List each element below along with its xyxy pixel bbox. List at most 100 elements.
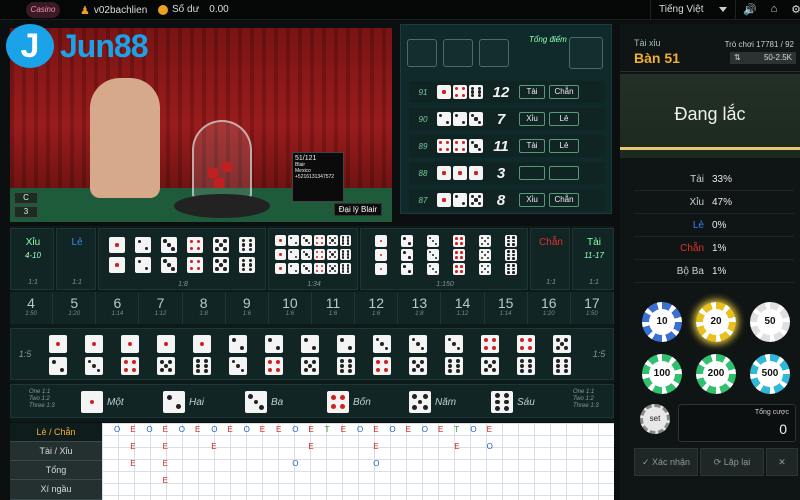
pair-bet-5-6[interactable] (553, 335, 571, 375)
rebet-button[interactable]: ⟳ Lặp lại (700, 448, 764, 476)
pair-bet-1-4[interactable] (121, 335, 139, 375)
single-bet-6[interactable]: Sáu (491, 391, 535, 413)
road-mark: E (454, 442, 460, 451)
home-icon[interactable]: ⌂ (766, 3, 782, 17)
bet-tai[interactable]: Tài 11-17 1:1 (572, 228, 614, 290)
bet-xiu[interactable]: Xỉu 4-10 1:1 (10, 228, 54, 290)
single-bet-1[interactable]: Một (81, 391, 124, 413)
settings-icon[interactable]: ⚙ (788, 3, 800, 17)
sum-bet-4[interactable]: 4 1:50 (10, 292, 54, 324)
triple-6[interactable] (505, 235, 517, 277)
double-2[interactable] (135, 237, 151, 273)
road-mark: E (405, 425, 411, 434)
bet-any-triple[interactable]: 1:34 (268, 228, 358, 290)
pair-bet-3-5[interactable] (409, 335, 427, 375)
pair-bet-2-3[interactable] (229, 335, 247, 375)
pair-bet-3-6[interactable] (445, 335, 463, 375)
sum-bet-17[interactable]: 17 1:50 (570, 292, 614, 324)
bet-double[interactable]: 1:8 (98, 228, 266, 290)
die-6 (553, 357, 571, 375)
die-5 (409, 357, 427, 375)
chip-500[interactable]: 500 (750, 354, 790, 394)
die-1 (437, 85, 451, 99)
chip-200[interactable]: 200 (696, 354, 736, 394)
sum-bet-16[interactable]: 16 1:20 (527, 292, 571, 324)
sum-value: 12 (368, 295, 384, 311)
pair-bet-1-6[interactable] (193, 335, 211, 375)
double-6[interactable] (239, 237, 255, 273)
chip-100[interactable]: 100 (642, 354, 682, 394)
sound-icon[interactable]: 🔊 (742, 3, 758, 17)
bet-chan[interactable]: Chẵn 1:1 (530, 228, 570, 290)
bet-le[interactable]: Lẻ 1:1 (56, 228, 96, 290)
sum-bet-15[interactable]: 15 1:14 (484, 292, 528, 324)
road-map: Lẻ / Chẵn Tài / Xỉu Tổng Xí ngầu OEOEOEO… (10, 423, 614, 500)
result-tag-size: Tài (519, 85, 545, 99)
die-5 (213, 257, 229, 273)
triple-1[interactable] (375, 235, 387, 277)
sum-bet-12[interactable]: 12 1:6 (355, 292, 399, 324)
chip-10[interactable]: 10 (642, 302, 682, 342)
double-4[interactable] (187, 237, 203, 273)
triple-5[interactable] (479, 235, 491, 277)
dice-slot (443, 39, 473, 67)
logo-initial: J (6, 24, 54, 68)
single-bet-5[interactable]: Năm (409, 391, 456, 413)
triple-4[interactable] (453, 235, 465, 277)
sum-bet-8[interactable]: 8 1:8 (182, 292, 226, 324)
stat-row: Xỉu 47% (634, 191, 794, 214)
pair-bet-1-3[interactable] (85, 335, 103, 375)
single-bet-4[interactable]: Bốn (327, 391, 371, 413)
sum-bet-6[interactable]: 6 1:14 (96, 292, 140, 324)
video-controls: C 3 (14, 192, 38, 218)
chip-20[interactable]: 20 (696, 302, 736, 342)
die-5 (327, 263, 338, 274)
sum-bet-11[interactable]: 11 1:6 (311, 292, 356, 324)
refresh-icon[interactable]: C (14, 192, 38, 204)
double-3[interactable] (161, 237, 177, 273)
pair-bet-2-6[interactable] (337, 335, 355, 375)
language-select[interactable]: Tiếng Việt (650, 0, 736, 20)
sum-bet-10[interactable]: 10 1:6 (268, 292, 312, 324)
sum-bet-7[interactable]: 7 1:12 (139, 292, 183, 324)
chan-label: Chẵn (539, 237, 563, 248)
pair-bet-1-2[interactable] (49, 335, 67, 375)
sum-bet-9[interactable]: 9 1:6 (225, 292, 269, 324)
single-odds-right: One 1:1 Two 1:2 Three 1:3 (573, 389, 599, 410)
pair-bet-1-5[interactable] (157, 335, 175, 375)
sum-bet-13[interactable]: 13 1:8 (398, 292, 442, 324)
table-header: Tài xỉu Bàn 51 Trò chơi 17781 / 92 ⇅ 50-2… (620, 24, 800, 72)
triple-2[interactable] (401, 235, 413, 277)
pair-bet-2-4[interactable] (265, 335, 283, 375)
triple-3[interactable] (427, 235, 439, 277)
tab-total[interactable]: Tổng (10, 461, 102, 480)
cancel-button[interactable]: ✕ (766, 448, 798, 476)
confirm-button[interactable]: ✓ Xác nhận (634, 448, 698, 476)
double-1[interactable] (109, 237, 125, 273)
wifi-icon[interactable]: 3 (14, 206, 38, 218)
bet-limit[interactable]: ⇅ 50-2.5K (730, 52, 796, 64)
pair-bet-2-5[interactable] (301, 335, 319, 375)
set-chip-button[interactable]: set (640, 404, 670, 434)
pair-bet-3-4[interactable] (373, 335, 391, 375)
result-row: 91 12 Tài Chẵn (409, 81, 605, 103)
bet-specific-triple[interactable]: 1:150 (360, 228, 528, 290)
statistics: Tài 33% Xỉu 47% Lẻ 0% Chẵn 1% Bộ Ba 1% (634, 168, 794, 283)
round-id: 91 (418, 87, 428, 97)
pair-bet-4-5[interactable] (481, 335, 499, 375)
tab-big-small[interactable]: Tài / Xỉu (10, 442, 102, 461)
road-mark: O (486, 442, 493, 451)
sum-bet-5[interactable]: 5 1:20 (53, 292, 97, 324)
single-bet-3[interactable]: Ba (245, 391, 283, 413)
sum-bet-14[interactable]: 14 1:12 (441, 292, 485, 324)
single-bet-2[interactable]: Hai (163, 391, 204, 413)
tab-odd-even[interactable]: Lẻ / Chẵn (10, 423, 102, 442)
die-3 (373, 335, 391, 353)
result-dice (437, 85, 483, 99)
tab-dice[interactable]: Xí ngầu (10, 480, 102, 500)
pair-bet-4-6[interactable] (517, 335, 535, 375)
road-mark: T (324, 425, 330, 434)
chip-50[interactable]: 50 (750, 302, 790, 342)
check-icon: ✓ (641, 456, 652, 467)
double-5[interactable] (213, 237, 229, 273)
